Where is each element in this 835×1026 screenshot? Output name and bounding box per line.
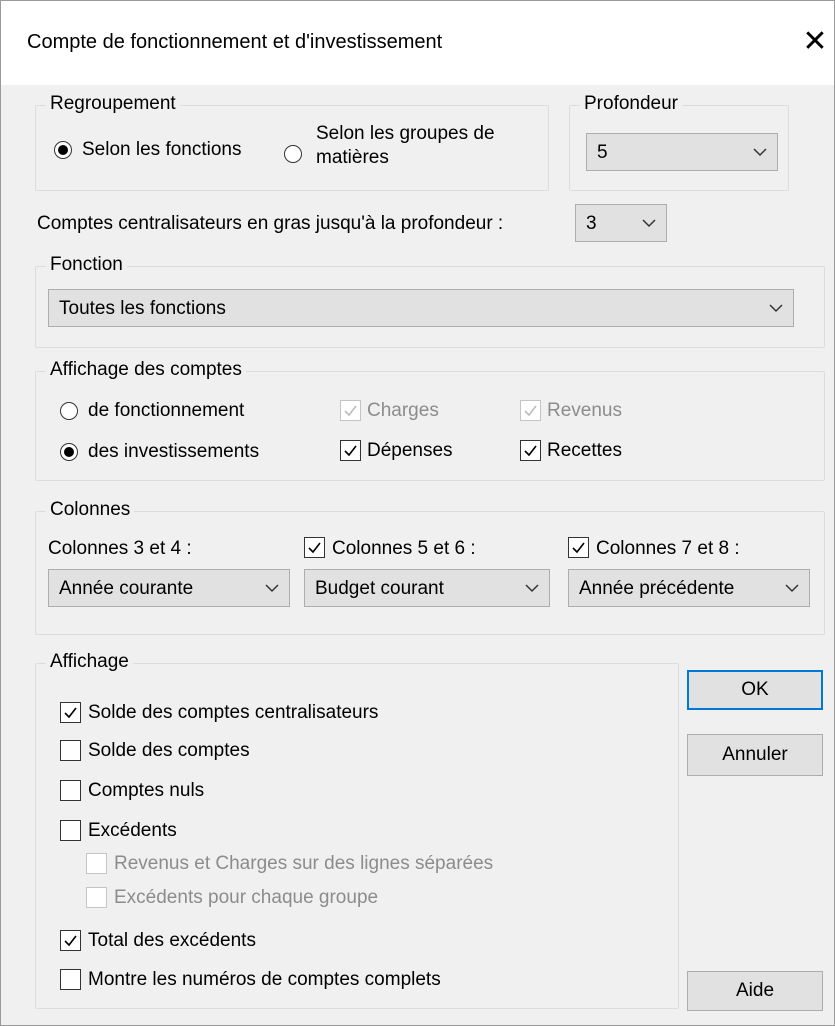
checkbox-excedents-label[interactable]: Excédents <box>88 820 177 842</box>
radio-investissements-label[interactable]: des investissements <box>88 441 259 463</box>
colonnes-5-6-select[interactable]: Budget courant <box>304 569 550 607</box>
checkmark-icon <box>572 542 585 554</box>
radio-selon-matieres[interactable] <box>284 145 302 163</box>
radio-selon-fonctions-label[interactable]: Selon les fonctions <box>82 139 242 161</box>
profondeur-select[interactable]: 5 <box>586 133 778 171</box>
chevron-down-icon <box>753 148 767 157</box>
colonnes-3-4-select[interactable]: Année courante <box>48 569 290 607</box>
checkmark-icon <box>344 445 357 457</box>
checkbox-colonnes-5-6[interactable] <box>304 537 325 558</box>
checkbox-depenses[interactable] <box>340 440 361 461</box>
ok-button[interactable]: OK <box>687 670 823 710</box>
checkmark-icon <box>308 542 321 554</box>
checkbox-numeros-complets[interactable] <box>60 969 81 990</box>
aide-button[interactable]: Aide <box>687 971 823 1011</box>
colonnes-7-8-value: Année précédente <box>579 578 735 599</box>
centralisateurs-profondeur-select[interactable]: 3 <box>575 204 667 242</box>
checkbox-lignes-separees[interactable] <box>86 853 107 874</box>
checkbox-total-excedents[interactable] <box>60 930 81 951</box>
checkmark-icon <box>64 707 77 719</box>
checkbox-colonnes-7-8[interactable] <box>568 537 589 558</box>
checkbox-charges[interactable] <box>340 400 361 421</box>
affichage-group: Affichage Solde des comptes centralisate… <box>35 651 679 1009</box>
checkmark-icon <box>524 405 537 417</box>
checkbox-total-excedents-label[interactable]: Total des excédents <box>88 930 256 952</box>
radio-fonctionnement[interactable] <box>60 402 78 420</box>
colonnes-group: Colonnes Colonnes 3 et 4 : Colonnes 5 et… <box>35 499 825 635</box>
checkmark-icon <box>344 405 357 417</box>
chevron-down-icon <box>525 584 539 593</box>
checkbox-numeros-complets-label[interactable]: Montre les numéros de comptes complets <box>88 969 441 991</box>
chevron-down-icon <box>785 584 799 593</box>
aide-button-label: Aide <box>735 980 775 1001</box>
dialog-window: Compte de fonctionnement et d'investisse… <box>0 0 835 1026</box>
title-bar: Compte de fonctionnement et d'investisse… <box>1 1 834 85</box>
checkbox-depenses-label[interactable]: Dépenses <box>367 440 453 462</box>
affichage-comptes-group: Affichage des comptes de fonctionnement … <box>35 359 825 481</box>
radio-fonctionnement-label[interactable]: de fonctionnement <box>88 400 244 422</box>
checkmark-icon <box>64 935 77 947</box>
annuler-button[interactable]: Annuler <box>687 734 823 776</box>
checkbox-excedents-chaque-groupe-label[interactable]: Excédents pour chaque groupe <box>114 887 378 909</box>
radio-selon-fonctions[interactable] <box>54 141 72 159</box>
regroupement-legend: Regroupement <box>46 93 180 115</box>
checkbox-excedents-chaque-groupe[interactable] <box>86 887 107 908</box>
annuler-button-label: Annuler <box>722 744 788 765</box>
colonnes-7-8-select[interactable]: Année précédente <box>568 569 810 607</box>
checkbox-charges-label[interactable]: Charges <box>367 400 439 422</box>
colonnes-legend: Colonnes <box>46 499 135 521</box>
close-icon[interactable]: ✕ <box>798 25 832 59</box>
radio-selon-matieres-label-line2[interactable]: matières <box>316 147 389 169</box>
fonction-legend: Fonction <box>46 254 127 276</box>
chevron-down-icon <box>769 304 783 313</box>
checkbox-colonnes-7-8-label[interactable]: Colonnes 7 et 8 : <box>596 538 740 560</box>
colonnes-5-6-value: Budget courant <box>315 578 444 599</box>
fonction-group: Fonction Toutes les fonctions <box>35 254 825 348</box>
colonnes-3-4-value: Année courante <box>59 578 194 599</box>
centralisateurs-label: Comptes centralisateurs en gras jusqu'à … <box>37 213 504 234</box>
profondeur-group: Profondeur 5 <box>569 93 789 191</box>
regroupement-group: Regroupement Selon les fonctions Selon l… <box>35 93 549 191</box>
profondeur-legend: Profondeur <box>580 93 683 115</box>
centralisateurs-value: 3 <box>586 213 597 234</box>
checkbox-solde-comptes-centralisateurs[interactable] <box>60 702 81 723</box>
checkmark-icon <box>524 445 537 457</box>
checkbox-comptes-nuls[interactable] <box>60 780 81 801</box>
fonction-select[interactable]: Toutes les fonctions <box>48 289 794 327</box>
radio-investissements[interactable] <box>60 443 78 461</box>
profondeur-value: 5 <box>597 142 608 163</box>
checkbox-lignes-separees-label[interactable]: Revenus et Charges sur des lignes séparé… <box>114 853 493 875</box>
checkbox-solde-comptes-centralisateurs-label[interactable]: Solde des comptes centralisateurs <box>88 702 378 724</box>
checkbox-revenus-label[interactable]: Revenus <box>547 400 622 422</box>
chevron-down-icon <box>642 219 656 228</box>
checkbox-recettes-label[interactable]: Recettes <box>547 440 622 462</box>
fonction-value: Toutes les fonctions <box>59 298 226 319</box>
affichage-legend: Affichage <box>46 651 133 673</box>
chevron-down-icon <box>265 584 279 593</box>
affichage-comptes-legend: Affichage des comptes <box>46 359 246 381</box>
ok-button-label: OK <box>741 679 769 700</box>
checkbox-solde-comptes-label[interactable]: Solde des comptes <box>88 740 250 762</box>
checkbox-comptes-nuls-label[interactable]: Comptes nuls <box>88 780 204 802</box>
dialog-title: Compte de fonctionnement et d'investisse… <box>27 31 443 53</box>
checkbox-revenus[interactable] <box>520 400 541 421</box>
checkbox-recettes[interactable] <box>520 440 541 461</box>
checkbox-colonnes-5-6-label[interactable]: Colonnes 5 et 6 : <box>332 538 476 560</box>
checkbox-excedents[interactable] <box>60 820 81 841</box>
checkbox-solde-comptes[interactable] <box>60 740 81 761</box>
colonnes-3-4-label: Colonnes 3 et 4 : <box>48 538 192 559</box>
radio-selon-matieres-label-line1[interactable]: Selon les groupes de <box>316 123 495 145</box>
